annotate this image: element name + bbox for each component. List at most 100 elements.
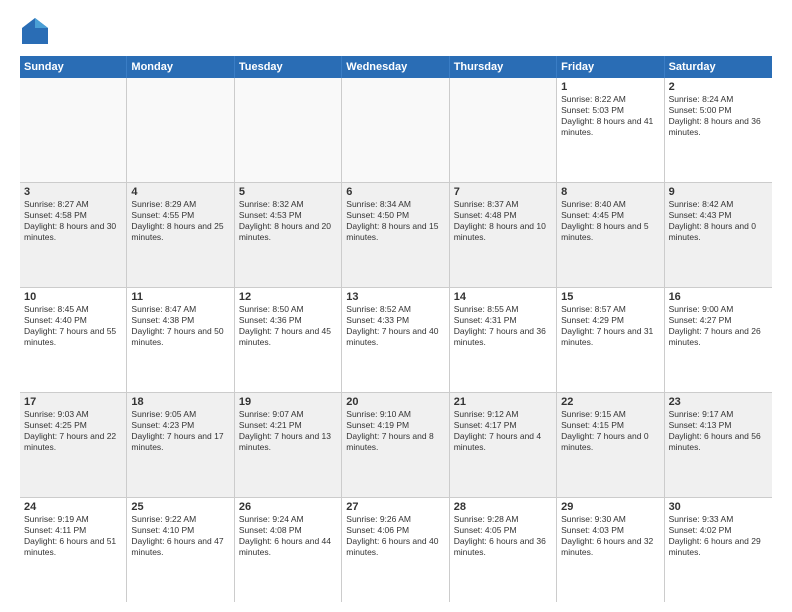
calendar-cell: 18Sunrise: 9:05 AMSunset: 4:23 PMDayligh… xyxy=(127,393,234,497)
day-info: Sunrise: 8:50 AMSunset: 4:36 PMDaylight:… xyxy=(239,304,337,348)
header xyxy=(20,16,772,46)
day-info: Sunrise: 8:37 AMSunset: 4:48 PMDaylight:… xyxy=(454,199,552,243)
calendar-cell: 12Sunrise: 8:50 AMSunset: 4:36 PMDayligh… xyxy=(235,288,342,392)
day-info: Sunrise: 9:17 AMSunset: 4:13 PMDaylight:… xyxy=(669,409,768,453)
day-number: 20 xyxy=(346,396,444,408)
day-info: Sunrise: 9:05 AMSunset: 4:23 PMDaylight:… xyxy=(131,409,229,453)
day-number: 11 xyxy=(131,291,229,303)
calendar-cell: 23Sunrise: 9:17 AMSunset: 4:13 PMDayligh… xyxy=(665,393,772,497)
day-info: Sunrise: 8:40 AMSunset: 4:45 PMDaylight:… xyxy=(561,199,659,243)
calendar-cell: 6Sunrise: 8:34 AMSunset: 4:50 PMDaylight… xyxy=(342,183,449,287)
day-info: Sunrise: 9:33 AMSunset: 4:02 PMDaylight:… xyxy=(669,514,768,558)
day-number: 7 xyxy=(454,186,552,198)
calendar-cell: 16Sunrise: 9:00 AMSunset: 4:27 PMDayligh… xyxy=(665,288,772,392)
calendar-cell: 10Sunrise: 8:45 AMSunset: 4:40 PMDayligh… xyxy=(20,288,127,392)
calendar-cell: 14Sunrise: 8:55 AMSunset: 4:31 PMDayligh… xyxy=(450,288,557,392)
calendar-cell: 30Sunrise: 9:33 AMSunset: 4:02 PMDayligh… xyxy=(665,498,772,602)
calendar-cell: 9Sunrise: 8:42 AMSunset: 4:43 PMDaylight… xyxy=(665,183,772,287)
calendar-cell: 17Sunrise: 9:03 AMSunset: 4:25 PMDayligh… xyxy=(20,393,127,497)
day-number: 14 xyxy=(454,291,552,303)
calendar-cell: 11Sunrise: 8:47 AMSunset: 4:38 PMDayligh… xyxy=(127,288,234,392)
day-number: 19 xyxy=(239,396,337,408)
day-number: 3 xyxy=(24,186,122,198)
calendar-body: 1Sunrise: 8:22 AMSunset: 5:03 PMDaylight… xyxy=(20,78,772,602)
calendar-cell: 4Sunrise: 8:29 AMSunset: 4:55 PMDaylight… xyxy=(127,183,234,287)
day-info: Sunrise: 9:26 AMSunset: 4:06 PMDaylight:… xyxy=(346,514,444,558)
day-info: Sunrise: 8:32 AMSunset: 4:53 PMDaylight:… xyxy=(239,199,337,243)
day-number: 26 xyxy=(239,501,337,513)
header-day-thursday: Thursday xyxy=(450,56,557,78)
calendar-cell: 1Sunrise: 8:22 AMSunset: 5:03 PMDaylight… xyxy=(557,78,664,182)
day-number: 18 xyxy=(131,396,229,408)
calendar-cell: 8Sunrise: 8:40 AMSunset: 4:45 PMDaylight… xyxy=(557,183,664,287)
calendar-cell: 5Sunrise: 8:32 AMSunset: 4:53 PMDaylight… xyxy=(235,183,342,287)
day-number: 4 xyxy=(131,186,229,198)
day-info: Sunrise: 9:00 AMSunset: 4:27 PMDaylight:… xyxy=(669,304,768,348)
day-info: Sunrise: 9:15 AMSunset: 4:15 PMDaylight:… xyxy=(561,409,659,453)
day-info: Sunrise: 9:19 AMSunset: 4:11 PMDaylight:… xyxy=(24,514,122,558)
day-number: 17 xyxy=(24,396,122,408)
day-info: Sunrise: 9:24 AMSunset: 4:08 PMDaylight:… xyxy=(239,514,337,558)
logo xyxy=(20,16,54,46)
day-number: 23 xyxy=(669,396,768,408)
header-day-tuesday: Tuesday xyxy=(235,56,342,78)
calendar-cell: 22Sunrise: 9:15 AMSunset: 4:15 PMDayligh… xyxy=(557,393,664,497)
day-number: 8 xyxy=(561,186,659,198)
day-info: Sunrise: 8:57 AMSunset: 4:29 PMDaylight:… xyxy=(561,304,659,348)
calendar-cell: 15Sunrise: 8:57 AMSunset: 4:29 PMDayligh… xyxy=(557,288,664,392)
day-number: 21 xyxy=(454,396,552,408)
calendar-cell: 21Sunrise: 9:12 AMSunset: 4:17 PMDayligh… xyxy=(450,393,557,497)
header-day-saturday: Saturday xyxy=(665,56,772,78)
calendar-row-4: 24Sunrise: 9:19 AMSunset: 4:11 PMDayligh… xyxy=(20,498,772,602)
calendar-row-0: 1Sunrise: 8:22 AMSunset: 5:03 PMDaylight… xyxy=(20,78,772,183)
day-number: 9 xyxy=(669,186,768,198)
day-info: Sunrise: 8:22 AMSunset: 5:03 PMDaylight:… xyxy=(561,94,659,138)
header-day-sunday: Sunday xyxy=(20,56,127,78)
page: SundayMondayTuesdayWednesdayThursdayFrid… xyxy=(0,0,792,612)
calendar-row-2: 10Sunrise: 8:45 AMSunset: 4:40 PMDayligh… xyxy=(20,288,772,393)
day-number: 13 xyxy=(346,291,444,303)
calendar-cell: 20Sunrise: 9:10 AMSunset: 4:19 PMDayligh… xyxy=(342,393,449,497)
day-number: 10 xyxy=(24,291,122,303)
day-number: 6 xyxy=(346,186,444,198)
calendar-cell: 13Sunrise: 8:52 AMSunset: 4:33 PMDayligh… xyxy=(342,288,449,392)
day-info: Sunrise: 9:03 AMSunset: 4:25 PMDaylight:… xyxy=(24,409,122,453)
day-number: 16 xyxy=(669,291,768,303)
header-day-friday: Friday xyxy=(557,56,664,78)
day-info: Sunrise: 8:34 AMSunset: 4:50 PMDaylight:… xyxy=(346,199,444,243)
calendar-row-3: 17Sunrise: 9:03 AMSunset: 4:25 PMDayligh… xyxy=(20,393,772,498)
day-info: Sunrise: 9:07 AMSunset: 4:21 PMDaylight:… xyxy=(239,409,337,453)
day-number: 27 xyxy=(346,501,444,513)
calendar-cell xyxy=(342,78,449,182)
calendar-cell: 2Sunrise: 8:24 AMSunset: 5:00 PMDaylight… xyxy=(665,78,772,182)
day-info: Sunrise: 9:28 AMSunset: 4:05 PMDaylight:… xyxy=(454,514,552,558)
calendar-cell xyxy=(20,78,127,182)
calendar-cell xyxy=(127,78,234,182)
header-day-monday: Monday xyxy=(127,56,234,78)
calendar-header: SundayMondayTuesdayWednesdayThursdayFrid… xyxy=(20,56,772,78)
day-info: Sunrise: 9:10 AMSunset: 4:19 PMDaylight:… xyxy=(346,409,444,453)
calendar-cell: 24Sunrise: 9:19 AMSunset: 4:11 PMDayligh… xyxy=(20,498,127,602)
header-day-wednesday: Wednesday xyxy=(342,56,449,78)
day-number: 28 xyxy=(454,501,552,513)
day-number: 29 xyxy=(561,501,659,513)
day-info: Sunrise: 8:27 AMSunset: 4:58 PMDaylight:… xyxy=(24,199,122,243)
day-number: 15 xyxy=(561,291,659,303)
calendar-cell xyxy=(450,78,557,182)
calendar-cell: 7Sunrise: 8:37 AMSunset: 4:48 PMDaylight… xyxy=(450,183,557,287)
calendar-cell: 26Sunrise: 9:24 AMSunset: 4:08 PMDayligh… xyxy=(235,498,342,602)
day-number: 24 xyxy=(24,501,122,513)
day-info: Sunrise: 8:42 AMSunset: 4:43 PMDaylight:… xyxy=(669,199,768,243)
day-number: 25 xyxy=(131,501,229,513)
calendar-cell: 19Sunrise: 9:07 AMSunset: 4:21 PMDayligh… xyxy=(235,393,342,497)
logo-icon xyxy=(20,16,50,46)
day-number: 22 xyxy=(561,396,659,408)
calendar-cell: 29Sunrise: 9:30 AMSunset: 4:03 PMDayligh… xyxy=(557,498,664,602)
day-info: Sunrise: 9:22 AMSunset: 4:10 PMDaylight:… xyxy=(131,514,229,558)
day-info: Sunrise: 8:47 AMSunset: 4:38 PMDaylight:… xyxy=(131,304,229,348)
day-number: 30 xyxy=(669,501,768,513)
calendar-cell: 27Sunrise: 9:26 AMSunset: 4:06 PMDayligh… xyxy=(342,498,449,602)
day-number: 1 xyxy=(561,81,659,93)
day-info: Sunrise: 9:12 AMSunset: 4:17 PMDaylight:… xyxy=(454,409,552,453)
calendar-cell xyxy=(235,78,342,182)
